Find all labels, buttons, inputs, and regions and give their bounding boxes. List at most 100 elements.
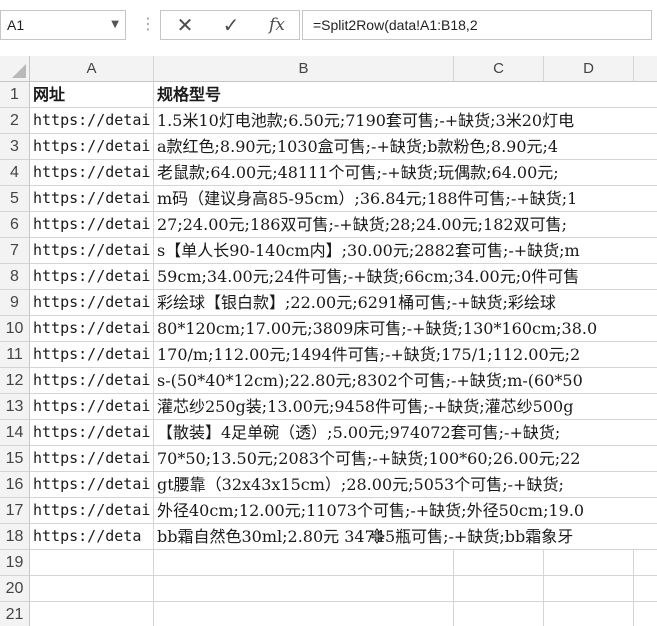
row-header[interactable]: 13 — [0, 394, 30, 420]
cell-url[interactable]: https://detai — [30, 134, 154, 160]
row-header[interactable]: 21 — [0, 602, 30, 626]
cell-c[interactable] — [454, 576, 544, 602]
move-crosshair-icon — [369, 528, 385, 544]
formula-buttons: ✕ ✓ fx — [160, 10, 300, 40]
row-header[interactable]: 11 — [0, 342, 30, 368]
cell-url[interactable]: https://detai — [30, 238, 154, 264]
column-header-b[interactable]: B — [154, 56, 454, 82]
formula-text: =Split2Row(data!A1:B18,2 — [313, 17, 478, 33]
cell-url[interactable] — [30, 576, 154, 602]
cell-url[interactable] — [30, 550, 154, 576]
cell-e[interactable] — [634, 550, 657, 576]
cell-spec[interactable] — [154, 550, 454, 576]
cell-url[interactable]: https://detai — [30, 212, 154, 238]
cell-url[interactable]: https://detai — [30, 316, 154, 342]
spec-text: 27;24.00元;186双可售;-+缺货;28;24.00元;182双可售; — [157, 215, 567, 234]
spreadsheet-grid: A B C D 1 网址 规格型号 2 https://detai 1.5米10灯电池款;… — [0, 56, 657, 626]
cell-url[interactable]: https://detai — [30, 108, 154, 134]
spec-overflow-band: 59cm;34.00元;24件可售;-+缺货;66cm;34.00元;0件可售 — [154, 264, 657, 290]
cell-c[interactable] — [454, 602, 544, 626]
close-icon[interactable]: ✕ — [163, 11, 207, 39]
row-header[interactable]: 16 — [0, 472, 30, 498]
row-header[interactable]: 17 — [0, 498, 30, 524]
spec-overflow-band: 27;24.00元;186双可售;-+缺货;28;24.00元;182双可售; — [154, 212, 657, 238]
row-header[interactable]: 3 — [0, 134, 30, 160]
row-header[interactable]: 12 — [0, 368, 30, 394]
spec-overflow-band: a款红色;8.90元;1030盒可售;-+缺货;b款粉色;8.90元;4 — [154, 134, 657, 160]
column-header-c[interactable]: C — [454, 56, 544, 82]
table-row — [30, 576, 657, 602]
cell-url[interactable]: https://detai — [30, 290, 154, 316]
spec-overflow-band: 彩绘球【银白款】;22.00元;6291桶可售;-+缺货;彩绘球 — [154, 290, 657, 316]
cell-spec[interactable] — [154, 602, 454, 626]
row-header[interactable]: 15 — [0, 446, 30, 472]
cell-url[interactable]: https://detai — [30, 160, 154, 186]
row-header[interactable]: 10 — [0, 316, 30, 342]
cell-spec[interactable] — [154, 576, 454, 602]
cell-url[interactable]: https://detai — [30, 446, 154, 472]
spec-overflow-band: 70*50;13.50元;2083个可售;-+缺货;100*60;26.00元;… — [154, 446, 657, 472]
cell-e[interactable] — [634, 602, 657, 626]
row-header[interactable]: 19 — [0, 550, 30, 576]
column-header-d[interactable]: D — [544, 56, 634, 82]
spec-overflow-band: 【散装】4足单碗（透）;5.00元;974072套可售;-+缺货; — [154, 420, 657, 446]
cell-url[interactable]: https://detai — [30, 472, 154, 498]
spec-text: 外径40cm;12.00元;11073个可售;-+缺货;外径50cm;19.0 — [157, 501, 585, 520]
name-box[interactable]: A1 ▼ — [0, 10, 126, 40]
row-header[interactable]: 7 — [0, 238, 30, 264]
row-header[interactable]: 6 — [0, 212, 30, 238]
spec-text: 【散装】4足单碗（透）;5.00元;974072套可售;-+缺货; — [157, 423, 561, 442]
insert-function-button[interactable]: fx — [255, 11, 299, 39]
formula-input[interactable]: =Split2Row(data!A1:B18,2 — [302, 10, 652, 40]
spec-text: 70*50;13.50元;2083个可售;-+缺货;100*60;26.00元;… — [157, 449, 581, 468]
spec-text: 老鼠款;64.00元;48111个可售;-+缺货;玩偶款;64.00元; — [157, 163, 559, 182]
spec-overflow-band: bb霜自然色30ml;2.80元 34745瓶可售;-+缺货;bb霜象牙 — [154, 524, 657, 550]
spec-overflow-band: 老鼠款;64.00元;48111个可售;-+缺货;玩偶款;64.00元; — [154, 160, 657, 186]
cell-c[interactable] — [454, 550, 544, 576]
cell-url[interactable]: https://detai — [30, 264, 154, 290]
spec-text: 80*120cm;17.00元;3809床可售;-+缺货;130*160cm;3… — [157, 319, 598, 338]
cell-url[interactable] — [30, 602, 154, 626]
spec-overflow-band: 规格型号 — [154, 82, 657, 108]
cell-url[interactable]: https://detai — [30, 420, 154, 446]
spec-text: 1.5米10灯电池款;6.50元;7190套可售;-+缺货;3米20灯电 — [157, 111, 575, 130]
cell-d[interactable] — [544, 602, 634, 626]
column-header-e[interactable] — [634, 56, 657, 82]
spec-text: 彩绘球【银白款】;22.00元;6291桶可售;-+缺货;彩绘球 — [157, 293, 556, 312]
spec-text: m码（建议身高85-95cm）;36.84元;188件可售;-+缺货;1 — [157, 189, 578, 208]
row-header[interactable]: 18 — [0, 524, 30, 550]
header-cell-url[interactable]: 网址 — [30, 82, 154, 108]
row-header[interactable]: 20 — [0, 576, 30, 602]
formula-bar: A1 ▼ ⋮ ✕ ✓ fx =Split2Row(data!A1:B18,2 — [0, 0, 657, 52]
cell-url[interactable]: https://detai — [30, 368, 154, 394]
spec-text: s【单人长90-140cm内】;30.00元;2882套可售;-+缺货;m — [157, 241, 580, 260]
spec-header-text: 规格型号 — [157, 85, 222, 104]
spec-overflow-band: m码（建议身高85-95cm）;36.84元;188件可售;-+缺货;1 — [154, 186, 657, 212]
spec-overflow-band: 灌芯纱250g装;13.00元;9458件可售;-+缺货;灌芯纱500g — [154, 394, 657, 420]
cell-d[interactable] — [544, 550, 634, 576]
checkmark-icon[interactable]: ✓ — [209, 11, 253, 39]
cell-e[interactable] — [634, 576, 657, 602]
spec-text: 灌芯纱250g装;13.00元;9458件可售;-+缺货;灌芯纱500g — [157, 397, 574, 416]
cell-url[interactable]: https://detai — [30, 342, 154, 368]
row-header[interactable]: 8 — [0, 264, 30, 290]
column-header-a[interactable]: A — [30, 56, 154, 82]
cell-url[interactable]: https://detai — [30, 394, 154, 420]
row-header[interactable]: 4 — [0, 160, 30, 186]
spec-overflow-band: 80*120cm;17.00元;3809床可售;-+缺货;130*160cm;3… — [154, 316, 657, 342]
select-all-button[interactable] — [0, 56, 30, 82]
row-header[interactable]: 14 — [0, 420, 30, 446]
cell-url[interactable]: https://detai — [30, 186, 154, 212]
row-header[interactable]: 2 — [0, 108, 30, 134]
row-header[interactable]: 1 — [0, 82, 30, 108]
cell-url[interactable]: https://deta — [30, 524, 154, 550]
spec-text: a款红色;8.90元;1030盒可售;-+缺货;b款粉色;8.90元;4 — [157, 137, 559, 156]
chevron-down-icon[interactable]: ▼ — [111, 19, 119, 30]
row-header[interactable]: 9 — [0, 290, 30, 316]
spec-text: bb霜自然色30ml;2.80元 34745瓶可售;-+缺货;bb霜象牙 — [157, 527, 574, 546]
cell-d[interactable] — [544, 576, 634, 602]
cell-url[interactable]: https://detai — [30, 498, 154, 524]
row-header[interactable]: 5 — [0, 186, 30, 212]
table-row — [30, 550, 657, 576]
spec-overflow-band: 外径40cm;12.00元;11073个可售;-+缺货;外径50cm;19.0 — [154, 498, 657, 524]
